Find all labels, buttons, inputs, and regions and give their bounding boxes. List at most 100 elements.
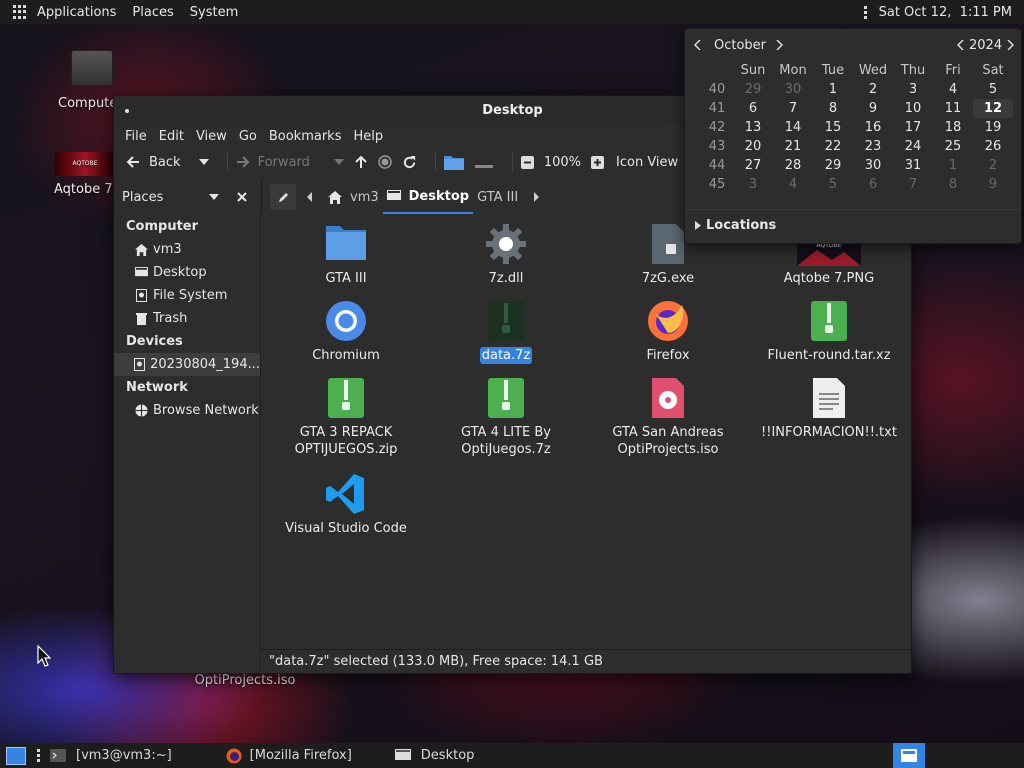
calendar-day[interactable]: 22 — [813, 137, 853, 156]
calendar-day[interactable]: 2 — [853, 80, 893, 99]
calendar-day[interactable]: 16 — [853, 118, 893, 137]
file-item[interactable]: GTA 3 REPACK OPTIJUEGOS.zip — [266, 376, 426, 458]
sidebar-item-vm3[interactable]: vm3 — [114, 238, 260, 261]
calendar-day[interactable]: 23 — [853, 137, 893, 156]
calendar-day[interactable]: 13 — [733, 118, 773, 137]
calendar-day[interactable]: 15 — [813, 118, 853, 137]
file-item[interactable]: Chromium — [266, 299, 426, 364]
calendar-day[interactable]: 30 — [773, 80, 813, 99]
calendar-day[interactable]: 26 — [973, 137, 1013, 156]
triangle-down-icon[interactable] — [209, 194, 219, 200]
chevron-right-icon[interactable] — [775, 40, 783, 50]
chevron-right-icon[interactable] — [1006, 40, 1014, 50]
stop-button[interactable] — [378, 155, 392, 169]
clock[interactable]: Sat Oct 12, 1:11 PM — [879, 5, 1012, 20]
chevron-left-icon[interactable] — [957, 40, 965, 50]
calendar-day[interactable]: 29 — [813, 156, 853, 175]
calendar-day[interactable]: 18 — [933, 118, 973, 137]
task-file-manager[interactable]: Desktop — [394, 748, 474, 763]
file-item[interactable]: GTA 4 LITE By OptiJuegos.7z — [426, 376, 586, 458]
panel-menu-icon[interactable] — [863, 5, 867, 19]
calendar-day[interactable]: 9 — [973, 175, 1013, 194]
crumb-vm3[interactable]: vm3 — [324, 180, 383, 214]
file-item[interactable]: Visual Studio Code — [266, 472, 426, 537]
calendar-day[interactable]: 14 — [773, 118, 813, 137]
system-menu[interactable]: System — [182, 5, 246, 20]
applications-grid-icon[interactable] — [13, 5, 27, 19]
desktop-icon-optiprojects[interactable]: OptiProjects.iso — [190, 673, 300, 688]
calendar-day[interactable]: 1 — [933, 156, 973, 175]
menu-view[interactable]: View — [190, 129, 233, 144]
calendar-day[interactable]: 7 — [773, 99, 813, 118]
calendar-day[interactable]: 31 — [893, 156, 933, 175]
calendar-day[interactable]: 8 — [813, 99, 853, 118]
menu-edit[interactable]: Edit — [153, 129, 190, 144]
calendar-day[interactable]: 2 — [973, 156, 1013, 175]
reload-button[interactable] — [402, 155, 417, 170]
calendar-day[interactable]: 3 — [733, 175, 773, 194]
calendar-day[interactable]: 30 — [853, 156, 893, 175]
calendar-day[interactable]: 28 — [773, 156, 813, 175]
file-item[interactable]: data.7z — [426, 299, 586, 364]
sidebar-mode-label[interactable]: Places — [122, 190, 163, 205]
menu-help[interactable]: Help — [347, 129, 389, 144]
calendar-day[interactable]: 29 — [733, 80, 773, 99]
calendar-day[interactable]: 8 — [933, 175, 973, 194]
calendar-day[interactable]: 3 — [893, 80, 933, 99]
forward-button[interactable]: Forward — [236, 155, 310, 170]
places-menu[interactable]: Places — [124, 5, 181, 20]
task-firefox[interactable]: [Mozilla Firefox] — [226, 748, 352, 764]
window-menu-icon[interactable] — [125, 109, 129, 113]
calendar-day[interactable]: 5 — [973, 80, 1013, 99]
computer-button[interactable] — [474, 154, 494, 170]
calendar-day[interactable]: 9 — [853, 99, 893, 118]
chevron-left-icon[interactable] — [694, 40, 702, 50]
calendar-day[interactable]: 21 — [773, 137, 813, 156]
calendar-day[interactable]: 17 — [893, 118, 933, 137]
calendar-day[interactable]: 1 — [813, 80, 853, 99]
calendar-day[interactable]: 11 — [933, 99, 973, 118]
calendar-day[interactable]: 7 — [893, 175, 933, 194]
calendar-day[interactable]: 24 — [893, 137, 933, 156]
chevron-right-icon[interactable] — [532, 192, 540, 202]
home-folder-button[interactable] — [443, 154, 464, 170]
calendar-day[interactable]: 20 — [733, 137, 773, 156]
workspace-switcher[interactable] — [893, 743, 925, 768]
calendar-day[interactable]: 25 — [933, 137, 973, 156]
chevron-left-icon[interactable] — [306, 192, 314, 202]
zoom-in-button[interactable] — [591, 155, 605, 169]
menu-file[interactable]: File — [119, 129, 153, 144]
zoom-out-button[interactable] — [520, 155, 534, 169]
sidebar-item-desktop[interactable]: Desktop — [114, 261, 260, 284]
sidebar-item-file-system[interactable]: File System — [114, 284, 260, 307]
calendar-day[interactable]: 10 — [893, 99, 933, 118]
file-item[interactable]: GTA San Andreas OptiProjects.iso — [588, 376, 748, 458]
menu-bookmarks[interactable]: Bookmarks — [263, 129, 348, 144]
applications-menu[interactable]: Applications — [29, 5, 124, 20]
crumb-gta-iii[interactable]: GTA III — [473, 180, 522, 214]
file-item[interactable]: GTA III — [266, 222, 426, 287]
locations-expander[interactable]: Locations — [695, 218, 776, 233]
back-history-dropdown[interactable] — [198, 159, 209, 165]
calendar-day[interactable]: 27 — [733, 156, 773, 175]
menu-go[interactable]: Go — [233, 129, 263, 144]
calendar-day[interactable]: 6 — [733, 99, 773, 118]
show-desktop-button[interactable] — [6, 746, 26, 765]
sidebar-item-20230804-194-[interactable]: 20230804_194... — [114, 353, 260, 376]
calendar-day-today[interactable]: 12 — [973, 99, 1013, 118]
back-button[interactable]: Back — [126, 155, 181, 170]
sidebar-item-browse-network[interactable]: Browse Network — [114, 399, 260, 422]
file-item[interactable]: Firefox — [588, 299, 748, 364]
calendar-day[interactable]: 4 — [773, 175, 813, 194]
calendar-day[interactable]: 4 — [933, 80, 973, 99]
file-item[interactable]: Fluent-round.tar.xz — [749, 299, 909, 364]
forward-history-dropdown[interactable] — [333, 159, 344, 165]
window-list-handle-icon[interactable] — [37, 749, 40, 762]
close-icon[interactable] — [237, 192, 247, 202]
calendar-day[interactable]: 19 — [973, 118, 1013, 137]
file-item[interactable]: !!INFORMACION!!.txt — [749, 376, 909, 441]
file-view[interactable]: GTA III 7z.dll 7zG.exe AQTOBE Aqtobe 7.PNG Ch… — [261, 214, 911, 649]
view-mode-selector[interactable]: Icon View — [616, 155, 678, 170]
edit-location-button[interactable] — [270, 184, 296, 210]
desktop-icon-aqtobe[interactable]: AQTOBE Aqtobe 7. — [50, 152, 120, 197]
